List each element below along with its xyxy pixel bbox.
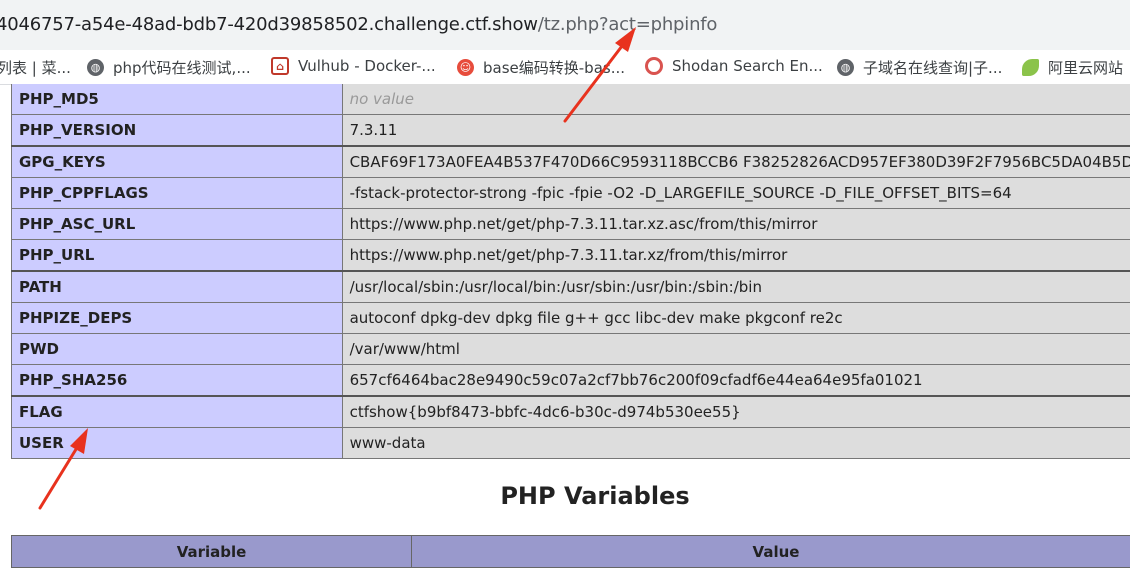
section-title: PHP Variables bbox=[0, 482, 1130, 510]
bookmark-label: 列表 | 菜... bbox=[0, 57, 71, 78]
env-value: autoconf dpkg-dev dpkg file g++ gcc libc… bbox=[342, 303, 1130, 334]
url-text[interactable]: 4046757-a54e-48ad-bdb7-420d39858502.chal… bbox=[0, 14, 717, 35]
env-value: https://www.php.net/get/php-7.3.11.tar.x… bbox=[342, 209, 1130, 240]
env-key: PATH bbox=[12, 271, 343, 303]
environment-table: PHP_MD5 no value PHP_VERSION 7.3.11 GPG_… bbox=[11, 84, 1130, 459]
bookmark-item[interactable]: ☺ base编码转换-bas... bbox=[457, 57, 625, 78]
table-row: PWD /var/www/html bbox=[12, 334, 1130, 365]
env-key: PWD bbox=[12, 334, 343, 365]
shodan-icon bbox=[645, 57, 663, 75]
url-host: 4046757-a54e-48ad-bdb7-420d39858502.chal… bbox=[0, 14, 538, 35]
env-key: PHP_VERSION bbox=[12, 115, 343, 147]
bookmark-item[interactable]: ◍ 子域名在线查询|子... bbox=[837, 57, 1002, 78]
bookmark-label: php代码在线测试,... bbox=[113, 57, 251, 78]
table-row: GPG_KEYS CBAF69F173A0FEA4B537F470D66C959… bbox=[12, 146, 1130, 178]
env-value: /var/www/html bbox=[342, 334, 1130, 365]
globe-icon: ◍ bbox=[837, 59, 854, 76]
bookmark-item[interactable]: 列表 | 菜... bbox=[0, 57, 71, 78]
bookmark-label: base编码转换-bas... bbox=[483, 57, 625, 78]
env-key: PHP_CPPFLAGS bbox=[12, 178, 343, 209]
globe-icon: ◍ bbox=[87, 59, 104, 76]
env-value: -fstack-protector-strong -fpic -fpie -O2… bbox=[342, 178, 1130, 209]
table-row: PHP_CPPFLAGS -fstack-protector-strong -f… bbox=[12, 178, 1130, 209]
bookmark-item[interactable]: ⌂ Vulhub - Docker-... bbox=[271, 57, 436, 75]
table-row: PHP_URL https://www.php.net/get/php-7.3.… bbox=[12, 240, 1130, 272]
env-key: PHP_ASC_URL bbox=[12, 209, 343, 240]
env-value: https://www.php.net/get/php-7.3.11.tar.x… bbox=[342, 240, 1130, 272]
env-key: USER bbox=[12, 428, 343, 459]
clown-icon: ☺ bbox=[457, 59, 474, 76]
bookmarks-bar: 列表 | 菜... ◍ php代码在线测试,... ⌂ Vulhub - Doc… bbox=[0, 50, 1130, 85]
env-key: PHPIZE_DEPS bbox=[12, 303, 343, 334]
bookmark-item[interactable]: ◍ php代码在线测试,... bbox=[87, 57, 251, 78]
bookmark-label: 阿里云网站 bbox=[1048, 57, 1123, 78]
vulhub-icon: ⌂ bbox=[271, 57, 289, 75]
variables-table: Variable Value bbox=[11, 535, 1130, 568]
env-value: /usr/local/sbin:/usr/local/bin:/usr/sbin… bbox=[342, 271, 1130, 303]
column-header-value: Value bbox=[412, 536, 1130, 568]
bookmark-item[interactable]: 阿里云网站 bbox=[1022, 57, 1123, 78]
env-value: 657cf6464bac28e9490c59c07a2cf7bb76c200f0… bbox=[342, 365, 1130, 397]
bookmark-label: Shodan Search En... bbox=[672, 57, 823, 75]
env-key: GPG_KEYS bbox=[12, 146, 343, 178]
env-value: 7.3.11 bbox=[342, 115, 1130, 147]
bookmark-item[interactable]: Shodan Search En... bbox=[645, 57, 823, 75]
env-key: PHP_SHA256 bbox=[12, 365, 343, 397]
table-row: PHP_ASC_URL https://www.php.net/get/php-… bbox=[12, 209, 1130, 240]
env-key: PHP_URL bbox=[12, 240, 343, 272]
url-path: /tz.php?act=phpinfo bbox=[538, 14, 717, 35]
table-row: PHP_MD5 no value bbox=[12, 84, 1130, 115]
table-row: USER www-data bbox=[12, 428, 1130, 459]
column-header-variable: Variable bbox=[12, 536, 412, 568]
env-value: CBAF69F173A0FEA4B537F470D66C9593118BCCB6… bbox=[342, 146, 1130, 178]
env-value: no value bbox=[342, 84, 1130, 115]
env-key: FLAG bbox=[12, 396, 343, 428]
table-row: PATH /usr/local/sbin:/usr/local/bin:/usr… bbox=[12, 271, 1130, 303]
leaf-icon bbox=[1022, 59, 1039, 76]
table-row: PHPIZE_DEPS autoconf dpkg-dev dpkg file … bbox=[12, 303, 1130, 334]
bookmark-label: 子域名在线查询|子... bbox=[863, 57, 1002, 78]
bookmark-label: Vulhub - Docker-... bbox=[298, 57, 436, 75]
address-bar[interactable]: 4046757-a54e-48ad-bdb7-420d39858502.chal… bbox=[0, 0, 1130, 50]
table-row: PHP_SHA256 657cf6464bac28e9490c59c07a2cf… bbox=[12, 365, 1130, 397]
env-value: www-data bbox=[342, 428, 1130, 459]
table-header-row: Variable Value bbox=[12, 536, 1130, 568]
table-row: PHP_VERSION 7.3.11 bbox=[12, 115, 1130, 147]
table-row: FLAG ctfshow{b9bf8473-bbfc-4dc6-b30c-d97… bbox=[12, 396, 1130, 428]
env-value: ctfshow{b9bf8473-bbfc-4dc6-b30c-d974b530… bbox=[342, 396, 1130, 428]
env-key: PHP_MD5 bbox=[12, 84, 343, 115]
